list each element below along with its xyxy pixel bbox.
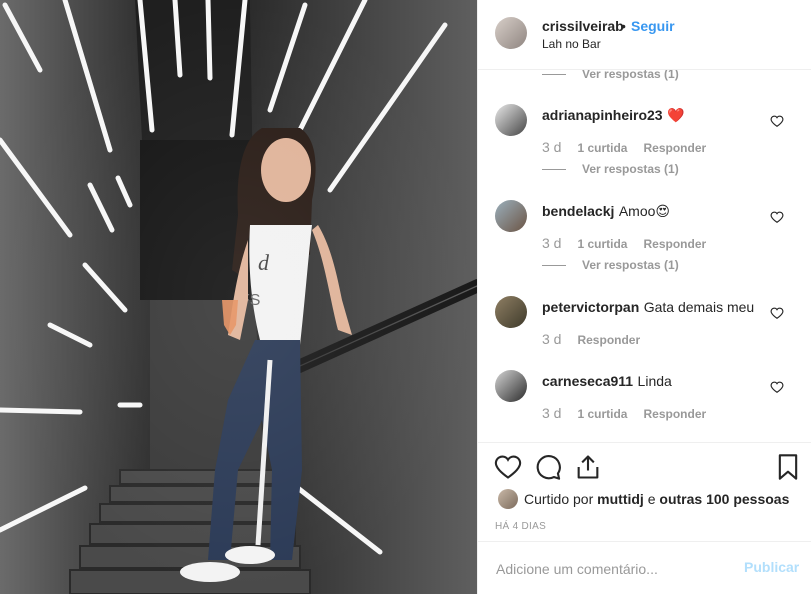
replies-line — [542, 74, 566, 76]
liker-avatar[interactable] — [498, 489, 518, 509]
comment-text: Amoo😍 — [618, 203, 670, 219]
comments-list[interactable]: Ver respostas (1) adrianapinheiro23 ❤️ 3… — [478, 70, 811, 442]
author-avatar[interactable] — [495, 17, 527, 49]
follow-button[interactable]: Seguir — [631, 18, 675, 34]
comment-input[interactable] — [494, 557, 738, 581]
comment-likes[interactable]: 1 curtida — [577, 407, 627, 421]
commenter-avatar[interactable] — [495, 370, 527, 402]
liked-prefix: Curtido por — [524, 491, 594, 507]
like-comment-heart-icon[interactable] — [770, 306, 784, 320]
reply-button[interactable]: Responder — [643, 237, 706, 251]
comment-text: ❤️ — [667, 107, 685, 123]
share-icon[interactable] — [574, 453, 602, 481]
liked-user[interactable]: muttidj — [597, 491, 644, 507]
replies-line — [542, 169, 566, 171]
commenter-username[interactable]: bendelackj — [542, 203, 614, 219]
commenter-username[interactable]: carneseca911 — [542, 373, 633, 389]
commenter-avatar[interactable] — [495, 104, 527, 136]
liked-others[interactable]: outras 100 pessoas — [659, 491, 789, 507]
post-photo-image: d FS — [0, 0, 477, 594]
like-comment-heart-icon[interactable] — [770, 380, 784, 394]
comment-likes[interactable]: 1 curtida — [577, 237, 627, 251]
view-replies-button[interactable]: Ver respostas (1) — [542, 70, 679, 81]
replies-line — [542, 265, 566, 267]
liked-mid: e — [647, 491, 656, 507]
author-username[interactable]: crissilveirab — [542, 18, 624, 34]
comment-text: Linda — [637, 373, 672, 389]
post-actions: Curtido por muttidj e outras 100 pessoas… — [478, 442, 811, 552]
comment-icon[interactable] — [534, 453, 562, 481]
commenter-username[interactable]: adrianapinheiro23 — [542, 107, 663, 123]
add-comment-bar: Publicar — [478, 541, 811, 594]
post-location[interactable]: Lah no Bar — [542, 37, 601, 51]
bookmark-icon[interactable] — [774, 453, 802, 481]
reply-button[interactable]: Responder — [643, 407, 706, 421]
comment-age: 3 d — [542, 405, 562, 421]
commenter-avatar[interactable] — [495, 296, 527, 328]
post-side-panel: crissilveirab • Seguir Lah no Bar Ver re… — [477, 0, 811, 594]
heart-icon[interactable] — [494, 453, 522, 481]
like-comment-heart-icon[interactable] — [770, 210, 784, 224]
comment-age: 3 d — [542, 331, 562, 347]
post-header: crissilveirab • Seguir Lah no Bar — [478, 0, 811, 70]
comment-age: 3 d — [542, 139, 562, 155]
comment-text: Gata demais meu — [643, 299, 755, 315]
instagram-post: d FS crissilveirab • Seguir Lah no Bar V… — [0, 0, 811, 594]
view-replies-button[interactable]: Ver respostas (1) — [542, 258, 679, 272]
liked-by-text[interactable]: Curtido por muttidj e outras 100 pessoas — [524, 491, 789, 507]
header-separator: • — [621, 18, 626, 34]
comment-likes[interactable]: 1 curtida — [577, 141, 627, 155]
reply-button[interactable]: Responder — [577, 333, 640, 347]
post-photo[interactable]: d FS — [0, 0, 477, 594]
publish-button[interactable]: Publicar — [744, 559, 799, 575]
comment-age: 3 d — [542, 235, 562, 251]
post-time[interactable]: HÁ 4 DIAS — [495, 521, 546, 532]
commenter-username[interactable]: petervictorpan — [542, 299, 639, 315]
like-comment-heart-icon[interactable] — [770, 114, 784, 128]
reply-button[interactable]: Responder — [643, 141, 706, 155]
commenter-avatar[interactable] — [495, 200, 527, 232]
view-replies-button[interactable]: Ver respostas (1) — [542, 162, 679, 176]
